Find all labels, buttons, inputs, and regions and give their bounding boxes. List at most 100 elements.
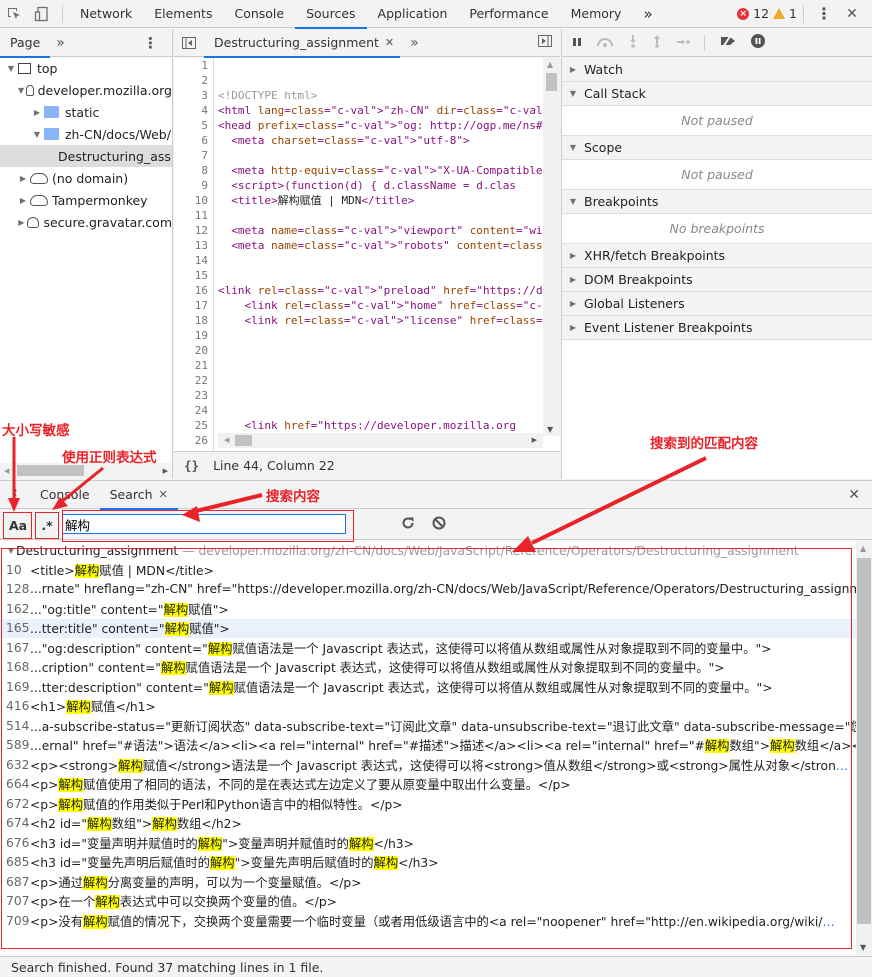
collapsed-triangle-icon[interactable]: ▶ [18,196,28,205]
pause-on-exceptions-icon[interactable] [751,34,765,51]
line-number[interactable]: 16 [174,283,213,298]
code-line[interactable] [218,148,543,163]
line-number[interactable]: 22 [174,373,213,388]
section-call-stack[interactable]: ▼ Call Stack [562,82,872,106]
inspect-element-icon[interactable] [0,0,28,28]
navigator-more-tabs[interactable]: » [50,35,71,51]
line-number[interactable]: 12 [174,223,213,238]
close-search-tab-icon[interactable]: ✕ [159,488,168,501]
tree-item[interactable]: ▼ developer.mozilla.org [0,79,172,101]
tab-console[interactable]: Console [30,481,100,509]
toggle-navigator-icon[interactable] [174,36,204,49]
refresh-search-button[interactable] [401,516,415,533]
line-number[interactable]: 25 [174,418,213,433]
clear-search-button[interactable] [432,516,446,533]
code-line[interactable] [218,388,543,403]
collapsed-triangle-icon[interactable]: ▶ [18,218,25,227]
line-number[interactable]: 11 [174,208,213,223]
section-scope[interactable]: ▼ Scope [562,136,872,160]
code-line[interactable]: <script>(function(d) { d.className = d.c… [218,178,543,193]
code-line[interactable]: <link rel=class="c-val">"preload" href="… [218,283,543,298]
tab-performance[interactable]: Performance [458,0,559,28]
results-vertical-scrollbar[interactable]: ▲ ▼ [856,541,872,955]
step-icon[interactable] [676,36,690,50]
editor-tab-destructuring[interactable]: Destructuring_assignment ✕ [204,29,401,58]
section-xhr-fetch-breakpoints[interactable]: ▶ XHR/fetch Breakpoints [562,244,872,268]
console-counts[interactable]: × 12 1 [737,6,797,21]
editor-horizontal-scrollbar[interactable]: ◀ ▶ [218,433,543,448]
code-line[interactable]: <head prefix=class="c-val">"og: http://o… [218,118,543,133]
code-line[interactable] [218,328,543,343]
editor-more-tabs[interactable]: » [400,35,429,51]
step-over-icon[interactable] [596,36,614,50]
tree-item[interactable]: ▶ secure.gravatar.com [0,211,172,233]
section-global-listeners[interactable]: ▶ Global Listeners [562,292,872,316]
device-toolbar-icon[interactable] [28,0,56,28]
code-line[interactable]: <html lang=class="c-val">"zh-CN" dir=cla… [218,103,543,118]
line-number[interactable]: 24 [174,403,213,418]
code-line[interactable] [218,268,543,283]
line-number[interactable]: 8 [174,163,213,178]
code-line[interactable]: <meta name=class="c-val">"viewport" cont… [218,223,543,238]
step-out-icon[interactable] [652,34,662,51]
code-editor[interactable]: 1 2 3 4 5 6 7 8 9 10 11 12 13 14 15 16 17 18 19 20 21 22 23 24 2… [174,58,560,451]
line-number[interactable]: 10 [174,193,213,208]
collapsed-triangle-icon[interactable]: ▶ [18,174,28,183]
close-drawer-button[interactable]: ✕ [848,487,860,503]
line-number[interactable]: 3 [174,88,213,103]
tree-item[interactable]: ▼ zh-CN/docs/Web/ [0,123,172,145]
tree-item[interactable]: ▼ top [0,57,172,79]
tree-item[interactable]: Destructuring_assignment [0,145,172,167]
code-line[interactable] [218,208,543,223]
expanded-triangle-icon[interactable]: ▼ [6,64,16,73]
tree-item[interactable]: ▶ (no domain) [0,167,172,189]
line-number[interactable]: 20 [174,343,213,358]
code-line[interactable]: <meta http-equiv=class="c-val">"X-UA-Com… [218,163,543,178]
line-number[interactable]: 7 [174,148,213,163]
line-number[interactable]: 2 [174,73,213,88]
tab-application[interactable]: Application [367,0,459,28]
code-line[interactable]: <!DOCTYPE html> [218,88,543,103]
tab-elements[interactable]: Elements [143,0,223,28]
code-line[interactable]: <meta name=class="c-val">"robots" conten… [218,238,543,253]
code-line[interactable]: <link href="https://developer.mozilla.or… [218,418,543,433]
line-number[interactable]: 9 [174,178,213,193]
line-number[interactable]: 15 [174,268,213,283]
section-event-listener-breakpoints[interactable]: ▶ Event Listener Breakpoints [562,316,872,340]
tab-page[interactable]: Page [0,29,51,58]
scrollbar-thumb[interactable] [546,73,557,91]
step-into-icon[interactable] [628,34,638,51]
toggle-debugger-icon[interactable] [538,35,552,50]
pause-icon[interactable] [572,36,582,50]
tab-memory[interactable]: Memory [560,0,633,28]
customize-menu-button[interactable]: ⋮ [810,0,838,28]
line-number[interactable]: 21 [174,358,213,373]
tab-console[interactable]: Console [223,0,295,28]
code-line[interactable] [218,73,543,88]
tab-network[interactable]: Network [69,0,143,28]
line-number[interactable]: 1 [174,58,213,73]
more-tabs-button[interactable]: » [632,0,663,28]
drawer-menu-button[interactable]: ⋮ [0,486,30,504]
expanded-triangle-icon[interactable]: ▼ [32,130,42,139]
scrollbar-thumb[interactable] [17,465,84,476]
navigator-menu-button[interactable]: ⋮ [143,34,158,52]
code-line[interactable]: <meta charset=class="c-val">"utf-8"> [218,133,543,148]
tab-sources[interactable]: Sources [295,0,368,29]
line-number[interactable]: 5 [174,118,213,133]
code-line[interactable] [218,58,543,73]
line-number[interactable]: 17 [174,298,213,313]
line-number[interactable]: 19 [174,328,213,343]
close-tab-icon[interactable]: ✕ [385,36,394,49]
tab-search[interactable]: Search ✕ [99,481,178,510]
line-number[interactable]: 14 [174,253,213,268]
close-devtools-button[interactable]: ✕ [838,0,866,28]
section-breakpoints[interactable]: ▼ Breakpoints [562,190,872,214]
source-code[interactable]: <!DOCTYPE html> <html lang=class="c-val">… [218,58,543,451]
section-watch[interactable]: ▶ Watch [562,58,872,82]
code-line[interactable]: <link rel=class="c-val">"home" href=clas… [218,298,543,313]
code-line[interactable]: <title>解构赋值 | MDN</title> [218,193,543,208]
code-line[interactable] [218,343,543,358]
code-line[interactable] [218,358,543,373]
code-line[interactable] [218,253,543,268]
